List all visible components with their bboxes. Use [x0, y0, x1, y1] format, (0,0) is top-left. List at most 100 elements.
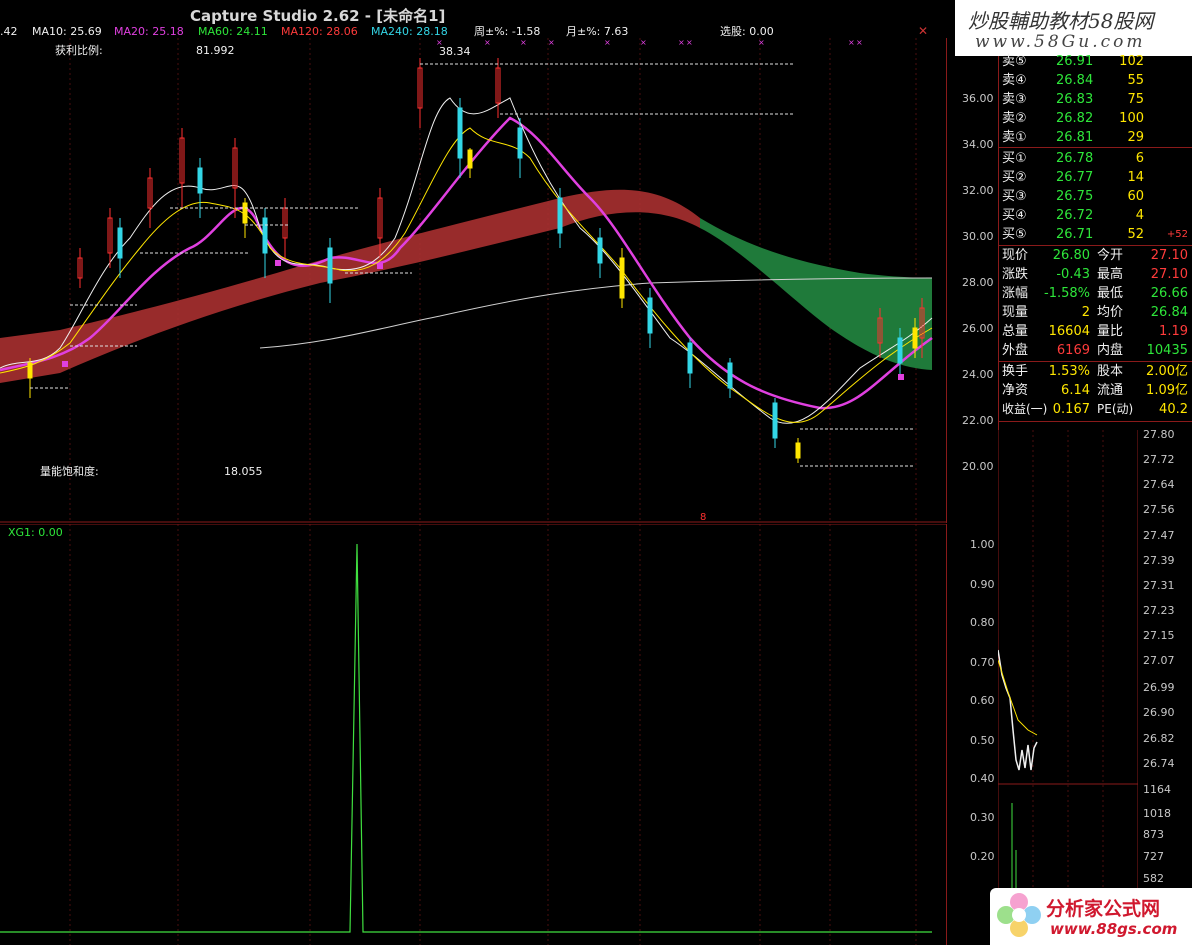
sell-price: 26.84: [1056, 73, 1094, 88]
svg-text:×: ×: [520, 38, 527, 47]
stat-row: 现量 2 均价 26.84: [1000, 303, 1190, 322]
stat-value: 1.53%: [1048, 364, 1090, 379]
mini-price-tick: 27.31: [1143, 579, 1175, 592]
buy-label: 买①: [1002, 151, 1027, 166]
stat-label: 内盘: [1097, 343, 1124, 358]
intraday-mini-chart[interactable]: [998, 430, 1138, 945]
header-week-pct: 周±%: -1.58: [474, 25, 541, 38]
divider: [998, 421, 1192, 422]
stat-label: 量比: [1097, 324, 1124, 339]
pin-marker-icon: 8: [700, 512, 706, 523]
buy-row[interactable]: 买① 26.78 6: [1000, 149, 1190, 168]
stat-label: 最低: [1097, 286, 1124, 301]
buy-volume: 60: [1127, 189, 1144, 204]
stat-value: 0.167: [1052, 402, 1090, 417]
mini-price-tick: 26.82: [1143, 732, 1175, 745]
main-y-tick: 36.00: [962, 92, 994, 105]
watermark-bottom-url: www.88gs.com: [1050, 920, 1178, 938]
stat-row: 涨跌 -0.43 最高 27.10: [1000, 265, 1190, 284]
stat-value: 27.10: [1150, 267, 1188, 282]
sell-label: 卖④: [1002, 73, 1027, 88]
stat-label: 外盘: [1002, 343, 1029, 358]
stat-value: -0.43: [1056, 267, 1090, 282]
stat-value: 26.66: [1150, 286, 1188, 301]
buy-row[interactable]: 买② 26.77 14: [1000, 168, 1190, 187]
sub-y-tick: 0.60: [970, 694, 995, 707]
stat-value: 1.19: [1159, 324, 1188, 339]
main-y-tick: 26.00: [962, 322, 994, 335]
window-title: Capture Studio 2.62 - [未命名1]: [190, 7, 446, 25]
stat-label: 收益(一): [1002, 402, 1048, 416]
sell-price: 26.82: [1056, 111, 1094, 126]
high-price-label: 38.34: [439, 45, 471, 58]
main-y-tick: 32.00: [962, 184, 994, 197]
buy-row[interactable]: 买③ 26.75 60: [1000, 187, 1190, 206]
buy-price: 26.77: [1056, 170, 1094, 185]
header-ma10: MA10: 25.69: [32, 25, 102, 38]
svg-text:×: ×: [686, 38, 693, 47]
sell-row[interactable]: 卖① 26.81 29: [1000, 128, 1190, 147]
main-y-tick: 24.00: [962, 368, 994, 381]
stat-label: 净资: [1002, 383, 1029, 398]
energy-label: 量能饱和度:: [40, 465, 99, 478]
stat-row: 现价 26.80 今开 27.10: [1000, 246, 1190, 265]
mini-price-tick: 27.39: [1143, 554, 1175, 567]
sub-y-tick: 0.40: [970, 772, 995, 785]
sell-label: 卖②: [1002, 111, 1027, 126]
sell-row[interactable]: 卖⑤ 26.91 102: [1000, 52, 1190, 71]
stat-value: 6.14: [1061, 383, 1090, 398]
mini-price-tick: 27.15: [1143, 629, 1175, 642]
header-ma120: MA120: 28.06: [281, 25, 358, 38]
energy-value: 18.055: [224, 465, 263, 478]
main-kline-chart[interactable]: × × × × × × × × × × × 8: [0, 38, 946, 523]
stat-value: 40.2: [1159, 402, 1188, 417]
sell-row[interactable]: 卖② 26.82 100: [1000, 109, 1190, 128]
sub-indicator-chart[interactable]: [0, 524, 946, 945]
sub-indicator-label: XG1: 0.00: [8, 526, 63, 539]
mini-volume-tick: 873: [1143, 828, 1164, 841]
stat-label: PE(动): [1097, 402, 1134, 416]
mini-price-tick: 27.07: [1143, 654, 1175, 667]
sell-row[interactable]: 卖④ 26.84 55: [1000, 71, 1190, 90]
sell-label: 卖①: [1002, 130, 1027, 145]
sell-label: 卖⑤: [1002, 54, 1027, 69]
stat-value: 6169: [1056, 343, 1090, 358]
stat-value: 16604: [1048, 324, 1090, 339]
mini-price-tick: 26.74: [1143, 757, 1175, 770]
stat-value: 10435: [1146, 343, 1188, 358]
svg-text:×: ×: [484, 38, 491, 47]
svg-text:×: ×: [640, 38, 647, 47]
mini-volume-tick: 727: [1143, 850, 1164, 863]
watermark-bottom-text: 分析家公式网: [1046, 898, 1161, 920]
buy-volume-change: +52: [1166, 229, 1188, 240]
svg-text:×: ×: [848, 38, 855, 47]
buy-volume: 4: [1135, 208, 1144, 223]
stat-label: 现价: [1002, 248, 1029, 263]
stat-value: 27.10: [1150, 248, 1188, 263]
stat-row: 净资 6.14 流通 1.09亿: [1000, 381, 1190, 400]
sell-price: 26.83: [1056, 92, 1094, 107]
sell-row[interactable]: 卖③ 26.83 75: [1000, 90, 1190, 109]
sell-price: 26.91: [1056, 54, 1094, 69]
sell-volume: 100: [1119, 111, 1144, 126]
sell-label: 卖③: [1002, 92, 1027, 107]
close-icon[interactable]: ✕: [918, 24, 928, 38]
mini-price-tick: 27.47: [1143, 529, 1175, 542]
profit-ratio-label: 获利比例:: [55, 44, 103, 57]
stat-value: 2: [1081, 305, 1090, 320]
buy-row[interactable]: 买⑤ 26.71 52 +52: [1000, 225, 1190, 244]
header-xuangu: 选股: 0.00: [720, 25, 774, 38]
stat-value: 26.80: [1052, 248, 1090, 263]
buy-row[interactable]: 买④ 26.72 4: [1000, 206, 1190, 225]
watermark-top-url: www.58Gu.com: [975, 32, 1146, 52]
stat-value: 26.84: [1150, 305, 1188, 320]
sub-y-tick: 0.20: [970, 850, 995, 863]
mini-volume-tick: 1164: [1143, 783, 1171, 796]
sell-volume: 102: [1119, 54, 1144, 69]
buy-volume: 6: [1135, 151, 1144, 166]
stat-value: -1.58%: [1044, 286, 1090, 301]
sub-y-tick: 0.50: [970, 734, 995, 747]
stat-label: 流通: [1097, 383, 1124, 398]
stat-row: 外盘 6169 内盘 10435: [1000, 341, 1190, 360]
sell-volume: 75: [1127, 92, 1144, 107]
